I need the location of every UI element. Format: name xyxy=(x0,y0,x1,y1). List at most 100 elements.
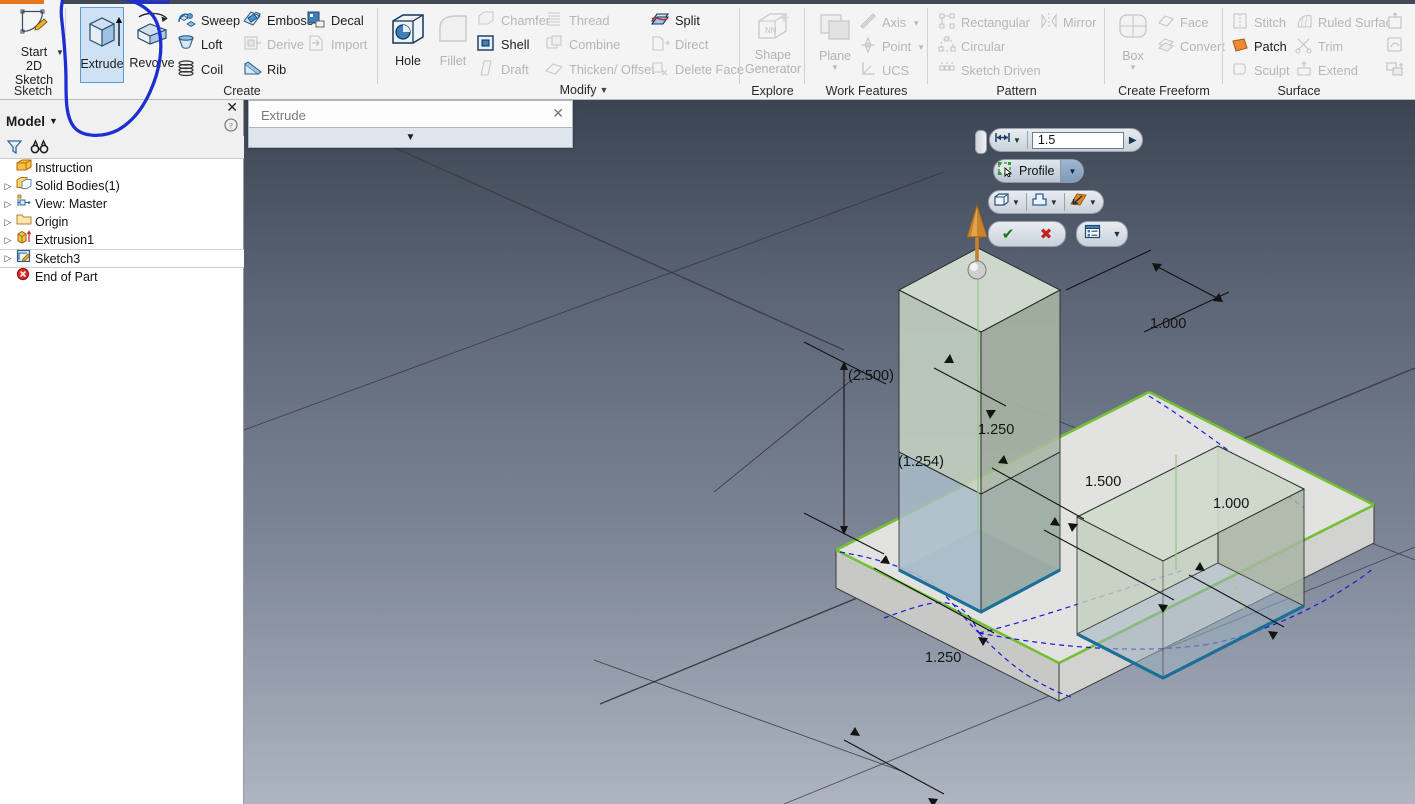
tree-item-sketch3[interactable]: ▷ Sketch3 xyxy=(0,249,244,268)
rectangular-pattern-icon xyxy=(938,12,956,35)
solid-output-button[interactable]: ▼ xyxy=(989,191,1026,213)
point-dropdown-caret: ▼ xyxy=(917,42,926,52)
graphics-viewport[interactable]: (2.500) 1.000 1.250 (1.254) 1.500 1.000 … xyxy=(244,100,1415,804)
dimension-1-250-bottom-text[interactable]: 1.250 xyxy=(925,650,961,666)
tree-expander[interactable]: ▷ xyxy=(0,181,16,192)
ok-cancel-group[interactable]: ✔ ✖ xyxy=(988,221,1066,247)
point-icon xyxy=(859,36,877,59)
sweep-label: Sweep xyxy=(201,13,241,28)
model-browser: Model ▼ ✕ ? Instruction ▷ Solid Bodies(1… xyxy=(0,100,244,804)
coil-button[interactable]: Coil xyxy=(176,59,223,81)
tree-item-label: View: Master xyxy=(35,197,108,211)
distance-extent-button[interactable]: ▼ xyxy=(990,129,1027,151)
tree-expander[interactable]: ▷ xyxy=(0,217,16,228)
boolean-join-button[interactable]: ▼ xyxy=(1027,191,1064,213)
tree-item-instruction[interactable]: Instruction xyxy=(0,159,244,177)
distance-extent-dropdown-caret[interactable]: ▼ xyxy=(1013,136,1021,145)
tree-expander[interactable]: ▷ xyxy=(0,235,16,246)
close-icon[interactable]: ✕ xyxy=(552,106,564,120)
solid-output-dropdown-caret[interactable]: ▼ xyxy=(1012,198,1020,207)
trim-button: Trim xyxy=(1295,36,1343,58)
tree-item-label: Solid Bodies(1) xyxy=(35,179,120,193)
options-group[interactable]: ▼ xyxy=(1076,221,1128,247)
extrude-mini-toolbar[interactable]: ▼ ▶ xyxy=(975,128,1155,247)
dimension-1-250-depth-text[interactable]: 1.250 xyxy=(978,422,1014,438)
panel-modify-caret-icon[interactable]: ▼ xyxy=(599,85,608,95)
emboss-icon xyxy=(242,9,262,34)
chevron-down-icon[interactable]: ▼ xyxy=(49,116,58,126)
mini-option-group[interactable]: ▼ ▼ ▼ xyxy=(988,190,1104,214)
dimension-1-254-text[interactable]: (1.254) xyxy=(898,454,944,470)
plane-label: Plane xyxy=(819,49,851,63)
rib-button[interactable]: Rib xyxy=(242,59,286,81)
extrude-dialog[interactable]: Extrude ✕ ▼ xyxy=(248,100,573,148)
revolve-button[interactable]: Revolve xyxy=(128,7,176,83)
loft-button[interactable]: Loft xyxy=(176,34,222,56)
binoculars-icon[interactable] xyxy=(30,139,49,160)
extrude-dialog-expander[interactable]: ▼ xyxy=(249,127,572,147)
tree-expander[interactable]: ▷ xyxy=(0,199,16,210)
boolean-join-dropdown-caret[interactable]: ▼ xyxy=(1050,198,1058,207)
tree-item-end-of-part[interactable]: End of Part xyxy=(0,267,244,286)
dimension-2-500-text[interactable]: (2.500) xyxy=(848,368,894,384)
filter-icon[interactable] xyxy=(6,139,23,160)
sketch-driven-pattern-icon xyxy=(938,60,956,83)
dimension-1-000-top-text[interactable]: 1.000 xyxy=(1150,316,1186,332)
close-icon[interactable]: ✕ xyxy=(226,100,238,114)
hole-icon xyxy=(389,11,427,54)
thread-icon xyxy=(544,9,564,34)
distance-value-cell[interactable] xyxy=(1028,129,1128,151)
help-icon[interactable]: ? xyxy=(224,118,238,135)
options-dropdown-caret[interactable]: ▼ xyxy=(1107,222,1127,246)
sculpt-label: Sculpt xyxy=(1254,63,1290,78)
ucs-button: UCS xyxy=(859,60,909,82)
split-button[interactable]: Split xyxy=(650,10,700,32)
model-browser-toolbar xyxy=(0,136,244,159)
mini-row-distance: ▼ ▶ xyxy=(989,128,1143,152)
tree-item-view-master[interactable]: ▷ View: Master xyxy=(0,194,244,213)
boundary-patch-icon xyxy=(1386,60,1404,83)
tree-item-extrusion1[interactable]: ▷ Extrusion1 xyxy=(0,230,244,249)
emboss-button[interactable]: Emboss xyxy=(242,10,313,32)
patch-button[interactable]: Patch xyxy=(1231,36,1287,58)
tree-item-origin[interactable]: ▷ Origin xyxy=(0,213,244,231)
sweep-button[interactable]: Sweep xyxy=(176,10,240,32)
direction-flip-button[interactable]: ▼ xyxy=(1065,191,1103,213)
decal-button[interactable]: Decal xyxy=(306,10,364,32)
model-browser-title[interactable]: Model ▼ xyxy=(6,114,58,129)
profile-dropdown-caret[interactable]: ▼ xyxy=(1060,160,1084,182)
dimension-1-500-text[interactable]: 1.500 xyxy=(1085,474,1121,490)
direction-flip-icon xyxy=(1069,192,1087,212)
distance-more-button[interactable]: ▶ xyxy=(1128,129,1142,151)
dimension-1-000-right-text[interactable]: 1.000 xyxy=(1213,496,1249,512)
distance-extent-group[interactable]: ▼ ▶ xyxy=(989,128,1143,152)
start-2d-sketch-dropdown-caret[interactable]: ▼ xyxy=(56,48,64,57)
panel-sketch: Start 2D Sketch ▼ Sketch xyxy=(0,4,66,99)
cancel-x-icon: ✖ xyxy=(1039,226,1053,243)
thread-button: Thread xyxy=(544,10,610,32)
options-button[interactable] xyxy=(1077,222,1107,246)
freeform-face-label: Face xyxy=(1180,15,1209,30)
sketch-icon xyxy=(16,249,32,269)
solid-bodies-icon xyxy=(16,176,32,196)
freeform-convert-icon xyxy=(1157,36,1175,59)
direction-flip-dropdown-caret[interactable]: ▼ xyxy=(1089,198,1097,207)
distance-extent-icon xyxy=(994,131,1011,149)
thicken-icon xyxy=(544,58,564,83)
profile-selector[interactable]: Profile ▼ xyxy=(993,159,1085,183)
shell-label: Shell xyxy=(501,37,530,52)
hole-button[interactable]: Hole xyxy=(386,7,430,81)
tree-expander[interactable]: ▷ xyxy=(0,253,16,264)
import-button: Import xyxy=(306,34,367,56)
rib-icon xyxy=(242,58,262,83)
start-2d-sketch-button[interactable]: Start 2D Sketch xyxy=(10,6,58,87)
extrude-button[interactable]: Extrude xyxy=(80,7,124,83)
distance-input[interactable] xyxy=(1031,131,1124,149)
cancel-button[interactable]: ✖ xyxy=(1027,222,1065,246)
tree-item-label: Instruction xyxy=(35,161,93,175)
tree-item-solid-bodies[interactable]: ▷ Solid Bodies(1) xyxy=(0,177,244,195)
ribbon: Start 2D Sketch ▼ Sketch Extrude Revolve… xyxy=(0,0,1415,100)
drag-grip-icon[interactable] xyxy=(975,130,987,154)
shell-button[interactable]: Shell xyxy=(476,34,529,56)
ok-button[interactable]: ✔ xyxy=(989,222,1027,246)
